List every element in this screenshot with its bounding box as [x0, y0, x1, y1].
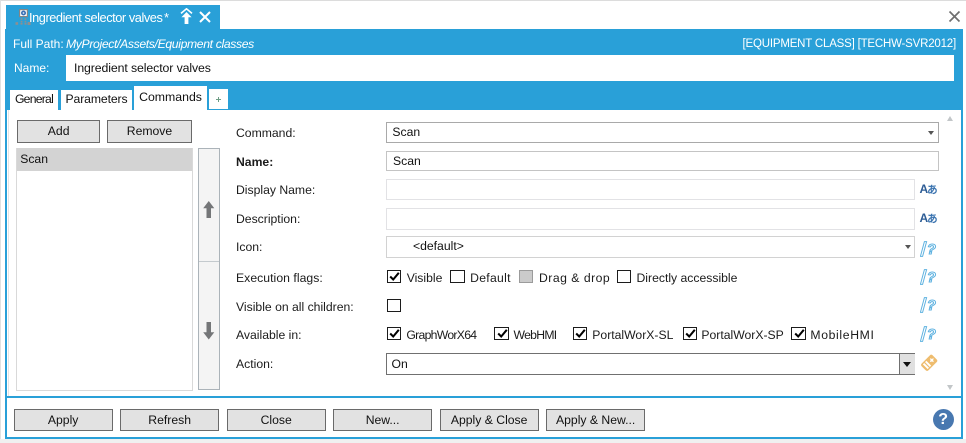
svg-text:?: ?	[927, 327, 936, 342]
svg-text:?: ?	[927, 270, 936, 285]
svg-text:?: ?	[927, 242, 936, 257]
svg-text:?: ?	[927, 298, 936, 313]
